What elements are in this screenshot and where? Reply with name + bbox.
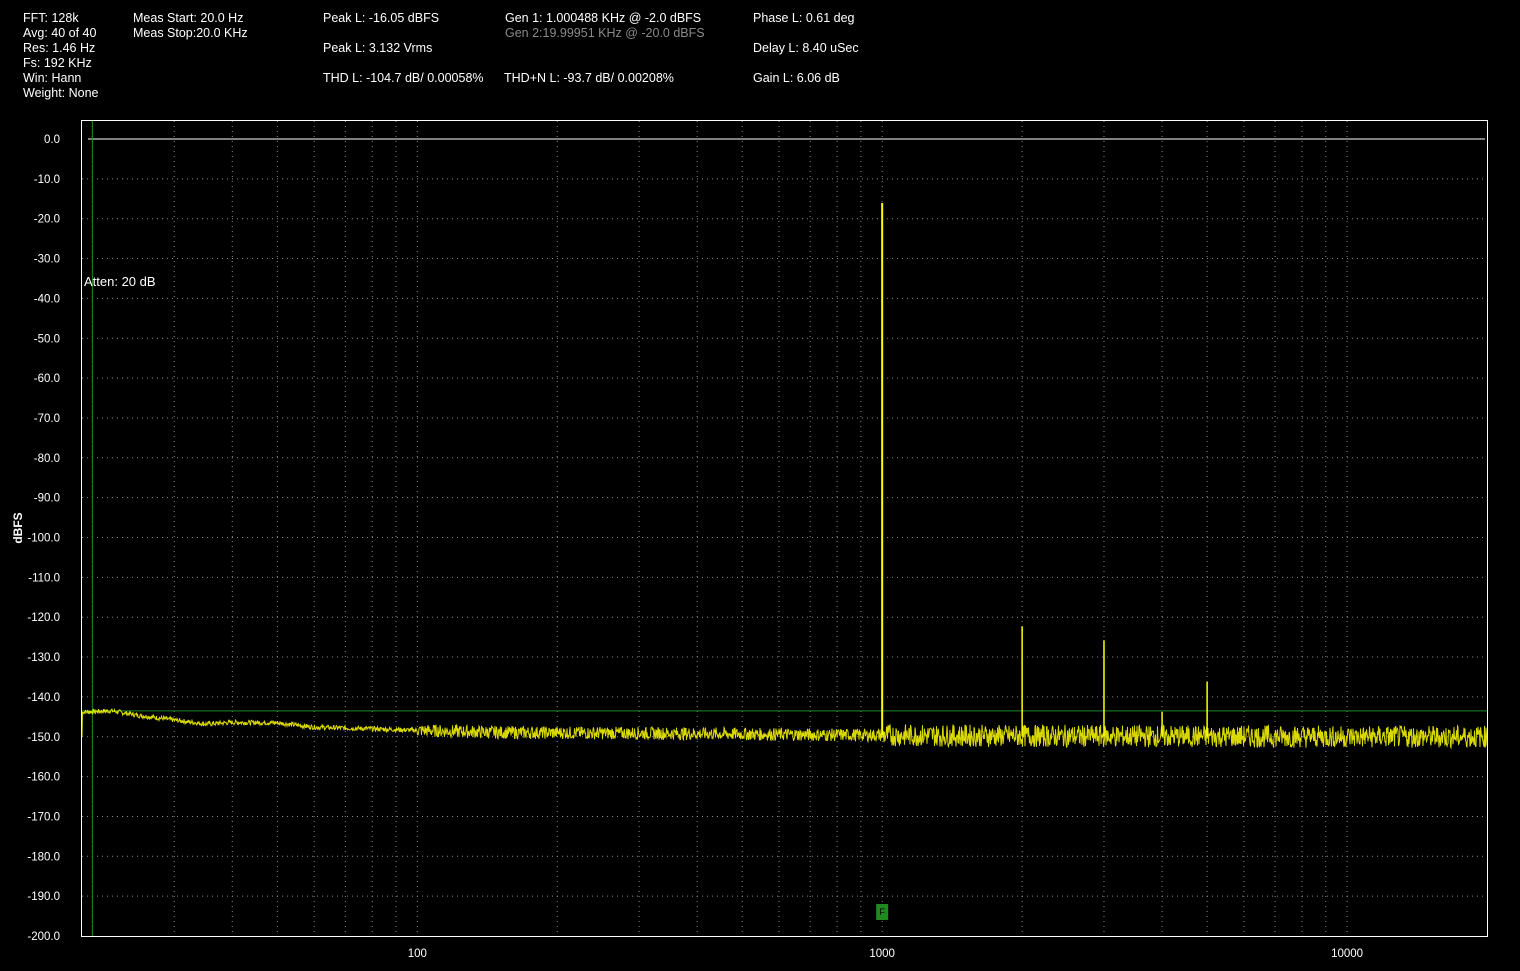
y-tick-label: -70.0 [34,413,60,425]
y-tick-label: -170.0 [27,811,60,823]
y-tick-label: -140.0 [27,692,60,704]
plot-border [81,120,1488,937]
y-tick-label: -130.0 [27,652,60,664]
y-tick-label: -110.0 [28,572,60,584]
x-tick-label: 1000 [869,948,895,960]
fft-spectrum-chart: 0.0 -10.0 -20.0 -30.0 -40.0 -50.0 -60.0 -70.0 -8… [11,120,1488,960]
fundamental-marker[interactable]: F [876,904,889,920]
y-tick-label: -40.0 [34,293,60,305]
y-tick-label: -200.0 [27,931,60,943]
y-tick-label: -30.0 [34,254,60,266]
x-axis-ticks: 100 1000 10000 [408,948,1363,960]
y-tick-label: -10.0 [34,174,60,186]
attenuation-annotation: Atten: 20 dB [84,274,156,289]
x-tick-label: 10000 [1331,948,1363,960]
y-tick-label: -90.0 [34,493,60,505]
y-tick-label: -50.0 [34,333,60,345]
x-tick-label: 100 [408,948,427,960]
y-tick-label: -20.0 [34,214,60,226]
y-axis-label: dBFS [11,512,25,543]
y-tick-label: -100.0 [27,533,60,545]
y-tick-label: 0.0 [44,134,60,146]
fundamental-marker-label: F [879,907,885,917]
chart-grid [82,121,1487,936]
y-tick-label: -180.0 [27,851,60,863]
noise-floor-trace [81,707,1488,750]
y-axis-ticks: 0.0 -10.0 -20.0 -30.0 -40.0 -50.0 -60.0 -70.0 -8… [27,134,60,943]
y-tick-label: -150.0 [27,732,60,744]
y-tick-label: -120.0 [27,612,60,624]
spectrum-trace [81,202,1488,750]
y-tick-label: -160.0 [27,772,60,784]
y-tick-label: -60.0 [34,373,60,385]
y-tick-label: -80.0 [34,453,60,465]
chart-markers [82,121,1487,936]
y-tick-label: -190.0 [27,891,60,903]
